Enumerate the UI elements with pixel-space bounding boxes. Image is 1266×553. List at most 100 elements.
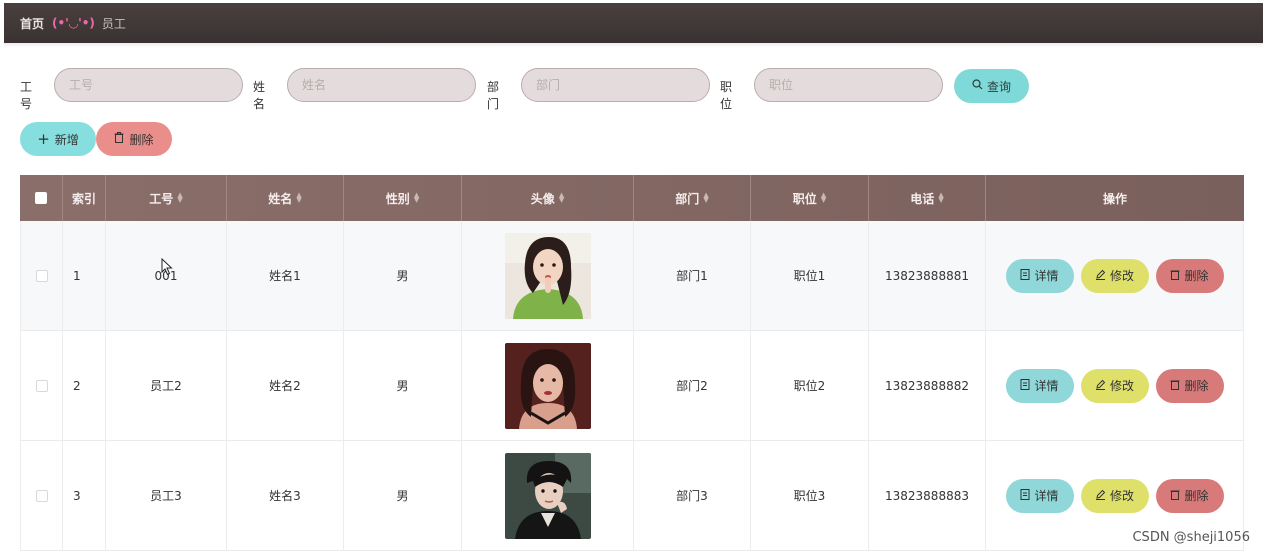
- id-label: 工号: [20, 80, 33, 111]
- id-cell: 员工3: [106, 441, 227, 550]
- detail-button[interactable]: 详情: [1005, 368, 1074, 403]
- position-cell: 职位1: [751, 221, 869, 330]
- add-button[interactable]: + 新增: [20, 122, 96, 156]
- detail-button[interactable]: 详情: [1005, 258, 1074, 293]
- column-header-position[interactable]: 职位 ▲ ▼: [751, 175, 869, 221]
- column-header-avatar[interactable]: 头像 ▲ ▼: [462, 175, 634, 221]
- dept-search-input[interactable]: [521, 68, 710, 102]
- column-header-label: 姓名: [268, 191, 293, 206]
- phone-cell: 13823888882: [869, 331, 986, 440]
- column-header-dept[interactable]: 部门 ▲ ▼: [634, 175, 751, 221]
- document-icon: [1020, 268, 1030, 283]
- name-label: 姓名: [253, 80, 266, 111]
- detail-button[interactable]: 详情: [1005, 478, 1074, 513]
- page: 首页 (•'◡'•) 员工 工号 姓名 部门 职位 查询 + 新增 删除: [0, 0, 1266, 553]
- document-icon: [1020, 488, 1030, 503]
- table-row[interactable]: 1 001 姓名1 男 部门1 职位1 13823888881 详情 修改 删除: [20, 221, 1244, 331]
- edit-label: 修改: [1109, 269, 1134, 283]
- batch-delete-button[interactable]: 删除: [96, 122, 172, 156]
- trash-icon: [1170, 489, 1180, 503]
- gender-cell: 男: [344, 441, 462, 550]
- breadcrumb-current: 员工: [101, 16, 126, 31]
- delete-button[interactable]: 删除: [1155, 258, 1224, 293]
- detail-label: 详情: [1034, 489, 1059, 503]
- delete-label: 删除: [1184, 379, 1209, 393]
- add-button-label: 新增: [54, 132, 79, 147]
- trash-icon: [114, 132, 124, 146]
- name-cell: 姓名3: [227, 441, 344, 550]
- position-cell: 职位2: [751, 331, 869, 440]
- edit-button[interactable]: 修改: [1080, 478, 1149, 513]
- actions-cell: 详情 修改 删除: [986, 221, 1244, 330]
- sort-icon[interactable]: ▲ ▼: [821, 192, 826, 204]
- sort-icon[interactable]: ▲ ▼: [177, 192, 182, 204]
- avatar-cell: [462, 331, 634, 440]
- query-button-label: 查询: [986, 79, 1011, 94]
- row-checkbox[interactable]: [35, 489, 48, 502]
- query-button[interactable]: 查询: [954, 69, 1029, 103]
- sort-icon[interactable]: ▲ ▼: [559, 192, 564, 204]
- column-header-label: 工号: [149, 191, 174, 206]
- sort-icon[interactable]: ▲ ▼: [296, 192, 301, 204]
- sort-icon[interactable]: ▲ ▼: [938, 192, 943, 204]
- column-header-index: 索引: [63, 175, 106, 221]
- breadcrumb: 首页 (•'◡'•) 员工: [4, 3, 1263, 43]
- position-cell: 职位3: [751, 441, 869, 550]
- detail-label: 详情: [1034, 379, 1059, 393]
- row-checkbox[interactable]: [35, 379, 48, 392]
- column-header-gender[interactable]: 性别 ▲ ▼: [344, 175, 462, 221]
- breadcrumb-separator: (•'◡'•): [52, 16, 95, 30]
- delete-button[interactable]: 删除: [1155, 368, 1224, 403]
- select-all-cell: [20, 175, 63, 221]
- phone-cell: 13823888881: [869, 221, 986, 330]
- delete-button[interactable]: 删除: [1155, 478, 1224, 513]
- dept-cell: 部门2: [634, 331, 751, 440]
- dept-cell: 部门3: [634, 441, 751, 550]
- column-header-label: 操作: [1102, 191, 1127, 206]
- trash-icon: [1170, 379, 1180, 393]
- plus-icon: +: [37, 129, 50, 148]
- row-select-cell: [20, 331, 63, 440]
- breadcrumb-home[interactable]: 首页: [20, 15, 44, 32]
- gender-cell: 男: [344, 331, 462, 440]
- column-header-label: 部门: [675, 191, 700, 206]
- column-header-actions: 操作: [986, 175, 1244, 221]
- table-body: 1 001 姓名1 男 部门1 职位1 13823888881 详情 修改 删除…: [20, 221, 1244, 551]
- avatar-cell: [462, 221, 634, 330]
- column-header-id[interactable]: 工号 ▲ ▼: [106, 175, 227, 221]
- pencil-icon: [1095, 489, 1106, 503]
- index-cell: 1: [63, 221, 106, 330]
- id-search-input[interactable]: [54, 68, 243, 102]
- position-label: 职位: [720, 80, 733, 111]
- trash-icon: [1170, 269, 1180, 283]
- detail-label: 详情: [1034, 269, 1059, 283]
- column-header-label: 性别: [385, 191, 410, 206]
- row-select-cell: [20, 441, 63, 550]
- topbar-shadow: [4, 43, 1263, 48]
- id-cell: 员工2: [106, 331, 227, 440]
- position-search-input[interactable]: [754, 68, 943, 102]
- table-row[interactable]: 2 员工2 姓名2 男 部门2 职位2 13823888882 详情 修改 删除: [20, 331, 1244, 441]
- edit-label: 修改: [1109, 489, 1134, 503]
- column-header-phone[interactable]: 电话 ▲ ▼: [869, 175, 986, 221]
- watermark: CSDN @sheji1056: [1132, 530, 1250, 545]
- sort-icon[interactable]: ▲ ▼: [703, 192, 708, 204]
- column-header-name[interactable]: 姓名 ▲ ▼: [227, 175, 344, 221]
- select-all-checkbox[interactable]: [35, 192, 47, 204]
- avatar: [504, 452, 591, 539]
- column-header-label: 电话: [910, 191, 935, 206]
- actions-cell: 详情 修改 删除: [986, 331, 1244, 440]
- name-search-input[interactable]: [287, 68, 476, 102]
- edit-button[interactable]: 修改: [1080, 258, 1149, 293]
- phone-cell: 13823888883: [869, 441, 986, 550]
- column-header-label: 职位: [792, 191, 817, 206]
- document-icon: [1020, 378, 1030, 393]
- index-cell: 2: [63, 331, 106, 440]
- column-header-label: 头像: [530, 191, 555, 206]
- dept-label: 部门: [487, 80, 500, 111]
- row-checkbox[interactable]: [35, 269, 48, 282]
- edit-button[interactable]: 修改: [1080, 368, 1149, 403]
- table-row[interactable]: 3 员工3 姓名3 男 部门3 职位3 13823888883 详情 修改 删除: [20, 441, 1244, 551]
- avatar-cell: [462, 441, 634, 550]
- sort-icon[interactable]: ▲ ▼: [414, 192, 419, 204]
